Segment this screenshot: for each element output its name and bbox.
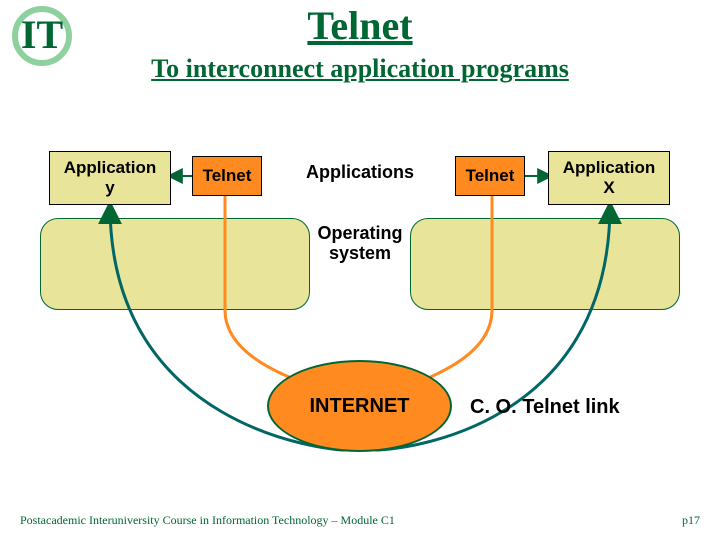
telnet-left-box: Telnet [192, 156, 262, 196]
footer: Postacademic Interuniversity Course in I… [20, 513, 700, 528]
application-y-box: Application y [49, 151, 171, 205]
footer-course: Postacademic Interuniversity Course in I… [20, 513, 395, 528]
telnet-right-box: Telnet [455, 156, 525, 196]
page-title: Telnet [0, 2, 720, 49]
os-box-left [40, 218, 310, 310]
os-box-right [410, 218, 680, 310]
applications-label: Applications [280, 162, 440, 183]
telnet-left-label: Telnet [203, 166, 252, 186]
application-x-label: Application X [563, 158, 656, 197]
footer-page: p17 [682, 513, 700, 528]
application-x-box: Application X [548, 151, 670, 205]
page-subtitle: To interconnect application programs [0, 54, 720, 84]
telnet-right-label: Telnet [466, 166, 515, 186]
operating-system-label: Operating system [280, 224, 440, 264]
internet-ellipse: INTERNET [267, 360, 452, 452]
co-telnet-link-label: C. O. Telnet link [470, 396, 620, 419]
application-y-label: Application y [64, 158, 157, 197]
internet-label: INTERNET [310, 395, 410, 418]
slide: IT Telnet To interconnect application pr… [0, 0, 720, 540]
